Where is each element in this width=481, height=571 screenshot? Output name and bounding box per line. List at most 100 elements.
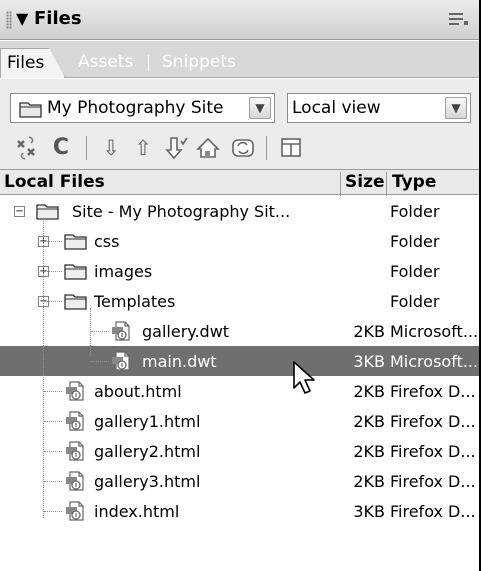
file-name: gallery3.html — [94, 472, 201, 491]
file-type: Folder — [390, 232, 440, 251]
file-type: Firefox D... — [390, 502, 476, 521]
connect-icon[interactable] — [14, 135, 40, 161]
chevron-down-icon[interactable]: ▼ — [249, 97, 271, 119]
file-type: Firefox D... — [390, 382, 476, 401]
grip-icon[interactable] — [6, 11, 12, 29]
file-type: Firefox D... — [390, 412, 476, 431]
tab-snippets[interactable]: Snippets — [156, 48, 242, 78]
column-header-type[interactable]: Type — [392, 172, 436, 192]
tree-connector — [44, 241, 62, 242]
file-row[interactable]: about.html 2KB Firefox D... — [0, 376, 479, 406]
get-files-icon[interactable]: ⇩ — [98, 135, 124, 161]
check-out-icon[interactable] — [164, 135, 190, 161]
toolbar-divider — [86, 136, 87, 160]
tree-connector — [44, 301, 62, 302]
panel-options-menu-icon[interactable] — [447, 8, 469, 30]
tab-files[interactable]: Files — [0, 48, 66, 78]
file-row[interactable]: gallery2.html 2KB Firefox D... — [0, 436, 479, 466]
file-name: gallery.dwt — [142, 322, 230, 341]
panel-title[interactable]: Files — [34, 8, 82, 29]
file-size: 2KB — [353, 472, 385, 491]
file-size: 2KB — [353, 322, 385, 341]
refresh-icon[interactable]: C — [48, 135, 74, 161]
folder-icon — [64, 262, 88, 284]
file-name: css — [94, 232, 120, 251]
tree-connector — [90, 308, 91, 356]
folder-icon — [64, 292, 88, 314]
column-header-size[interactable]: Size — [345, 172, 385, 192]
file-name: about.html — [94, 382, 182, 401]
folder-icon — [64, 232, 88, 254]
file-row[interactable]: − Templates Folder — [0, 286, 479, 316]
file-name: gallery2.html — [94, 442, 201, 461]
column-divider[interactable] — [386, 172, 387, 197]
tree-connector — [91, 361, 109, 362]
tree-connector — [44, 421, 62, 422]
file-type: Firefox D... — [390, 442, 476, 461]
file-size: 2KB — [353, 382, 385, 401]
file-size: 2KB — [353, 412, 385, 431]
file-size: 2KB — [353, 442, 385, 461]
collapse-arrow-icon[interactable]: ▼ — [16, 9, 28, 28]
file-icon — [64, 500, 86, 526]
files-panel: ▼ Files Files Assets Snippets My Photogr… — [0, 0, 481, 571]
file-type: Folder — [390, 262, 440, 281]
tree-connector — [91, 331, 109, 332]
tree-connector — [44, 481, 62, 482]
column-header-local-files[interactable]: Local Files — [4, 172, 105, 192]
site-select-value: My Photography Site — [47, 98, 224, 118]
file-row[interactable]: − Site - My Photography Sit... Folder — [0, 196, 479, 226]
check-in-icon[interactable] — [196, 135, 222, 161]
put-files-icon[interactable]: ⇧ — [130, 135, 156, 161]
tree-connector — [44, 271, 62, 272]
file-type: Folder — [390, 292, 440, 311]
file-name: index.html — [94, 502, 180, 521]
column-divider[interactable] — [340, 172, 341, 197]
file-name: gallery1.html — [94, 412, 201, 431]
files-toolbar: My Photography Site ▼ Local view ▼ C ⇩ ⇧ — [0, 79, 479, 169]
site-select[interactable]: My Photography Site ▼ — [10, 93, 275, 123]
collapse-folder-icon[interactable]: − — [14, 206, 25, 217]
file-icon — [110, 320, 132, 346]
expand-icon[interactable] — [278, 135, 304, 161]
file-type: Microsoft... — [390, 322, 478, 341]
file-row[interactable]: main.dwt 3KB Microsoft... — [0, 346, 479, 376]
file-size: 3KB — [353, 352, 385, 371]
tree-connector — [44, 511, 62, 512]
file-row[interactable]: + css Folder — [0, 226, 479, 256]
view-select-value: Local view — [292, 98, 381, 118]
folder-icon — [36, 202, 60, 224]
view-select[interactable]: Local view ▼ — [287, 93, 471, 123]
panel-tabs: Files Assets Snippets — [0, 41, 479, 78]
tree-connector — [43, 218, 44, 518]
file-row[interactable]: + images Folder — [0, 256, 479, 286]
tree-connector — [44, 391, 62, 392]
file-icon — [64, 380, 86, 406]
file-name: Templates — [94, 292, 176, 311]
file-type: Folder — [390, 202, 440, 221]
file-row[interactable]: index.html 3KB Firefox D... — [0, 496, 479, 526]
tab-divider — [148, 55, 149, 71]
file-name: images — [94, 262, 153, 281]
file-name: main.dwt — [142, 352, 217, 371]
file-row[interactable]: gallery3.html 2KB Firefox D... — [0, 466, 479, 496]
file-list-header: Local Files Size Type — [0, 169, 479, 197]
file-type: Firefox D... — [390, 472, 476, 491]
file-row[interactable]: gallery.dwt 2KB Microsoft... — [0, 316, 479, 346]
file-icon — [64, 410, 86, 436]
panel-title-bar[interactable]: ▼ Files — [0, 0, 479, 40]
file-icon — [110, 350, 132, 376]
site-folder-icon — [19, 102, 42, 118]
file-type: Microsoft... — [390, 352, 478, 371]
toolbar-divider — [266, 136, 267, 160]
file-row[interactable]: gallery1.html 2KB Firefox D... — [0, 406, 479, 436]
tab-assets[interactable]: Assets — [72, 48, 139, 78]
tree-connector — [44, 451, 62, 452]
file-size: 3KB — [353, 502, 385, 521]
file-icon — [64, 470, 86, 496]
chevron-down-icon[interactable]: ▼ — [445, 97, 467, 119]
file-name: Site - My Photography Sit... — [72, 202, 291, 221]
synchronize-icon[interactable] — [230, 135, 256, 161]
file-tree[interactable]: − Site - My Photography Sit... Folder + css F… — [0, 196, 479, 571]
file-icon — [64, 440, 86, 466]
